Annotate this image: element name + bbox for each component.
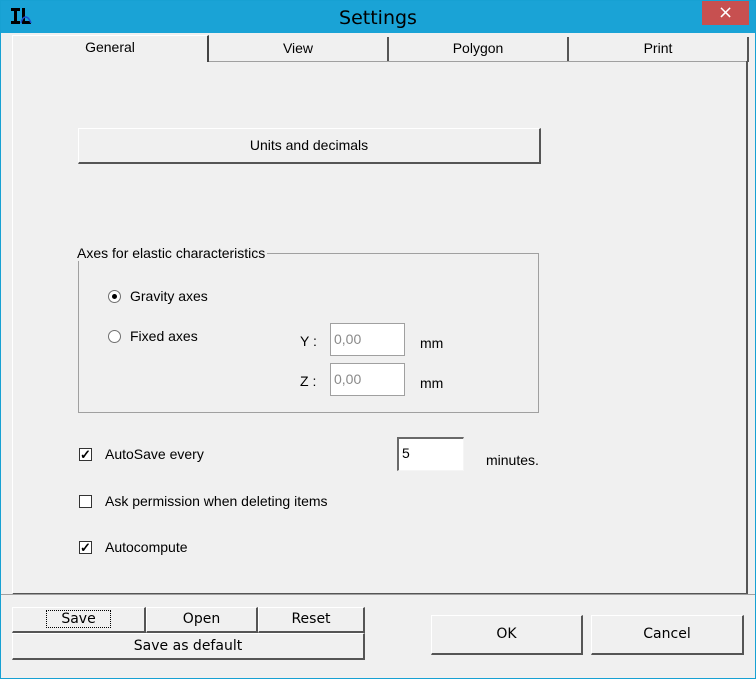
ok-button[interactable]: OK [431,615,583,655]
autocompute-label[interactable]: Autocompute [105,539,188,555]
autosave-label[interactable]: AutoSave every [105,446,204,462]
window-title: Settings [339,7,417,29]
gravity-axes-label[interactable]: Gravity axes [130,288,208,304]
z-label: Z : [300,373,317,389]
units-decimals-button[interactable]: Units and decimals [78,128,541,164]
save-as-default-button[interactable]: Save as default [12,633,365,660]
radio-selected-dot [112,294,117,299]
ask-permission-checkbox[interactable] [79,495,92,508]
autosave-unit-label: minutes. [486,452,539,468]
axes-group-title: Axes for elastic characteristics [77,245,268,261]
settings-window: Settings × General View Polygon Print Un… [0,0,756,679]
ask-permission-label[interactable]: Ask permission when deleting items [105,493,328,509]
y-unit-label: mm [420,335,444,351]
tab-print[interactable]: Print [569,37,749,62]
z-unit-label: mm [420,375,444,391]
save-button[interactable]: Save [12,607,146,633]
tab-view[interactable]: View [209,37,389,62]
title-bar[interactable]: Settings × [1,1,755,33]
reset-button[interactable]: Reset [258,607,365,633]
gravity-axes-radio[interactable] [108,290,121,303]
z-offset-input[interactable]: 0,00 [330,363,405,396]
open-button[interactable]: Open [146,607,258,633]
footer-separator [1,594,755,595]
autocompute-checkbox[interactable]: ✓ [79,541,92,554]
fixed-axes-label[interactable]: Fixed axes [130,328,198,344]
tab-general[interactable]: General [12,35,209,62]
close-button[interactable]: × [702,1,749,25]
autosave-minutes-input[interactable]: 5 [397,437,464,471]
fixed-axes-radio[interactable] [108,330,121,343]
y-label: Y : [300,333,317,349]
y-offset-input[interactable]: 0,00 [330,323,405,356]
tab-polygon[interactable]: Polygon [389,37,569,62]
autosave-checkbox[interactable]: ✓ [79,448,92,461]
cancel-button[interactable]: Cancel [591,615,744,655]
save-button-label: Save [46,610,111,628]
